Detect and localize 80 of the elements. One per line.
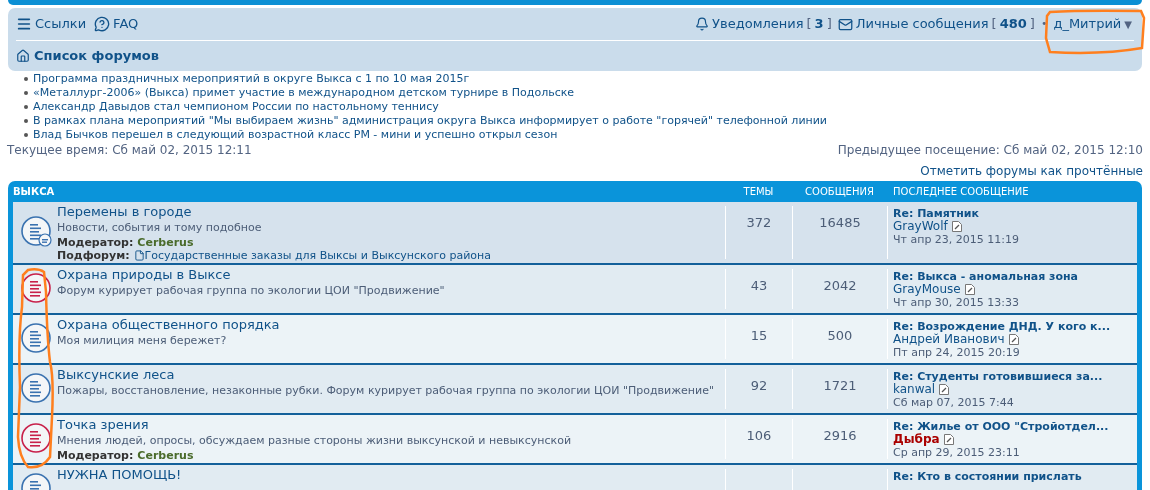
- faq-link[interactable]: FAQ: [94, 14, 139, 34]
- column-header: ПОСЛЕДНЕЕ СООБЩЕНИЕ: [892, 184, 1030, 199]
- separator-dot: •: [1040, 15, 1048, 32]
- column-header: ВЫКСА: [13, 184, 56, 199]
- posts-count: 2042: [823, 276, 857, 295]
- links-menu[interactable]: Ссылки: [16, 14, 87, 34]
- view-post-icon[interactable]: [943, 433, 954, 445]
- last-post-date: Сб мар 07, 2015 7:44: [893, 395, 1015, 409]
- forum-description: Мнения людей, опросы, обсуждаем разные стороны жизни выксунской и невыксунской: [57, 432, 573, 449]
- forum-title[interactable]: Охрана природы в Выксе: [57, 266, 725, 283]
- last-visit: Предыдущее посещение: Сб май 02, 2015 12:10: [837, 141, 1143, 159]
- forum-title[interactable]: Перемены в городе: [57, 203, 725, 220]
- column-header: ТЕМЫ: [742, 184, 775, 199]
- topics-count: 92: [750, 376, 768, 395]
- author-link[interactable]: Андрей Иванович: [893, 332, 1005, 346]
- last-post-date: Ср апр 29, 2015 23:11: [893, 445, 1021, 459]
- bullet-icon: [24, 104, 28, 109]
- moderator-link[interactable]: Cerberus: [137, 448, 194, 462]
- last-post-title[interactable]: Re: Выкса - аномальная зона: [893, 269, 1137, 283]
- view-post-icon[interactable]: [939, 383, 950, 395]
- topics-count: 372: [746, 213, 772, 232]
- topics-count: 43: [750, 276, 768, 295]
- forum-icon: [20, 371, 54, 406]
- bullet-icon: [24, 118, 28, 123]
- author-link[interactable]: kanwal: [893, 382, 936, 396]
- last-post-date: Чт апр 30, 2015 13:33: [893, 295, 1021, 309]
- bullet-icon: [24, 76, 28, 81]
- last-post-title[interactable]: Re: Кто в состоянии прислать: [893, 469, 1137, 483]
- posts-count: 1721: [823, 376, 857, 395]
- topics-count: 15: [750, 326, 768, 345]
- home-icon: [16, 48, 30, 63]
- posts-count: 2916: [823, 426, 857, 445]
- moderator-link[interactable]: Cerberus: [137, 235, 194, 249]
- mark-read-link[interactable]: Отметить форумы как прочтённые: [920, 161, 1143, 180]
- forum-description: Форум курирует рабочая группа по экологии ЦОИ "Продвижение": [57, 282, 446, 299]
- bell-icon: [695, 17, 710, 31]
- forum-icon: [20, 321, 54, 356]
- forum-description: Моя милиция меня бережет?: [57, 332, 228, 349]
- view-post-icon[interactable]: [964, 283, 975, 295]
- bullet-icon: [24, 90, 28, 95]
- topics-count: 106: [746, 426, 772, 445]
- view-post-icon[interactable]: [1008, 333, 1019, 345]
- news-link[interactable]: Программа праздничных мероприятий в округе Выкса с 1 по 10 мая 2015г: [33, 71, 470, 86]
- forum-icon: [20, 215, 54, 249]
- last-post-date: Чт апр 23, 2015 11:19: [893, 232, 1021, 246]
- file-icon: [133, 250, 145, 261]
- last-post-title[interactable]: Re: Студенты готовившиеся за...: [893, 369, 1137, 383]
- forum-description: Новости, события и тому подобное: [57, 219, 263, 236]
- forum-description: Пожары, восстановление, незаконные рубки. Форум курирует рабочая группа по экологии ЦОИ "Продвижение": [57, 382, 716, 399]
- subforum-link[interactable]: Государственные заказы для Выксы и Выксунского района: [133, 248, 492, 263]
- news-link[interactable]: «Металлург-2006» (Выкса) примет участие в международном детском турнире в Подольске: [33, 85, 575, 100]
- forum-title[interactable]: НУЖНА ПОМОЩЬ!: [57, 466, 725, 483]
- last-post-title[interactable]: Re: Памятник: [893, 206, 1137, 220]
- breadcrumb-link[interactable]: Список форумов: [34, 46, 159, 66]
- posts-count: 500: [827, 326, 853, 345]
- news-link[interactable]: Александр Давыдов стал чемпионом России по настольному теннису: [33, 99, 439, 114]
- forum-title[interactable]: Выксунские леса: [57, 366, 725, 383]
- news-link[interactable]: В рамках плана мероприятий "Мы выбираем жизнь" администрация округа Выкса информирует о работе "горячей" телефонной линии: [33, 113, 827, 128]
- current-time: Текущее время: Сб май 02, 2015 12:11: [7, 141, 252, 159]
- author-link[interactable]: Дыбра: [893, 432, 940, 446]
- subforum-label: Подфорум:: [57, 248, 130, 263]
- author-link[interactable]: GrayMouse: [893, 282, 961, 296]
- last-post-date: Пт апр 24, 2015 20:19: [893, 345, 1021, 359]
- bullet-icon: [24, 132, 28, 137]
- moderator-label: Модератор:: [57, 235, 134, 249]
- mail-icon: [837, 16, 853, 32]
- news-link[interactable]: Влад Бычков перешел в следующий возрастной класс РМ - мини и успешно открыл сезон: [33, 127, 558, 142]
- view-post-icon[interactable]: [951, 220, 962, 232]
- forum-title[interactable]: Охрана общественного порядка: [57, 316, 725, 333]
- messages-link[interactable]: Личные сообщения [ 480 ]: [837, 14, 1035, 34]
- moderator-label: Модератор:: [57, 448, 134, 462]
- last-post-title[interactable]: Re: Возрождение ДНД. У кого к...: [893, 319, 1137, 333]
- notifications-link[interactable]: Уведомления [ 3 ]: [695, 14, 832, 34]
- last-post-title[interactable]: Re: Жилье от ООО "Стройотдел...: [893, 419, 1137, 433]
- author-link[interactable]: GrayWolf: [893, 219, 948, 233]
- menu-icon: [16, 16, 32, 32]
- posts-count: 16485: [819, 213, 861, 232]
- column-header: СООБЩЕНИЯ: [804, 184, 875, 199]
- forum-title[interactable]: Точка зрения: [57, 416, 725, 433]
- faq-icon: [94, 16, 111, 32]
